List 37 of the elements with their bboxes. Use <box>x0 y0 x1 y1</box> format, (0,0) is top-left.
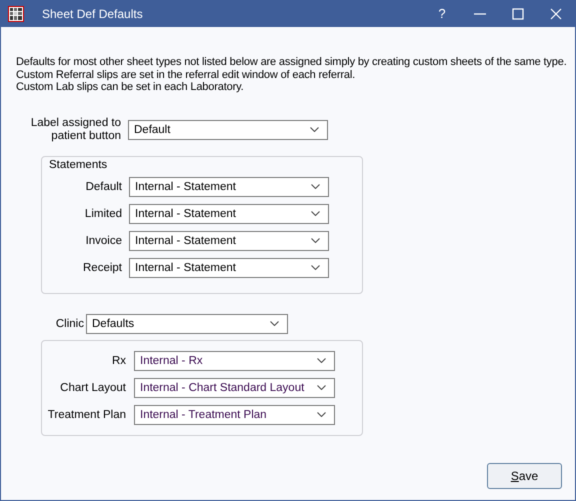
field-label: Treatment Plan <box>46 408 126 420</box>
chevron-down-icon <box>311 184 320 189</box>
chevron-down-icon <box>317 385 326 390</box>
field-label: Invoice <box>84 234 122 246</box>
info-text: Custom Referral slips are set in the referral edit window of each referral. <box>16 68 356 81</box>
chevron-down-icon <box>311 211 320 216</box>
field-label: Label assigned to patient button <box>30 116 121 142</box>
dropdown[interactable]: Internal - Rx <box>134 350 335 370</box>
field-label: Rx <box>110 354 126 366</box>
grid-icon <box>8 6 24 22</box>
dropdown[interactable]: Default <box>128 120 328 140</box>
chevron-down-icon <box>270 321 279 326</box>
dropdown[interactable]: Internal - Treatment Plan <box>134 404 335 424</box>
field-label: Default <box>84 180 122 192</box>
dropdown[interactable]: Defaults <box>86 314 288 334</box>
dropdown[interactable]: Internal - Statement <box>129 204 329 224</box>
dropdown[interactable]: Internal - Statement <box>129 176 329 196</box>
field-label: Clinic <box>54 318 84 330</box>
dropdown[interactable]: Internal - Statement <box>129 230 329 250</box>
maximize-icon <box>512 8 524 20</box>
field-label: Limited <box>84 208 122 220</box>
chevron-down-icon <box>311 238 320 243</box>
chevron-down-icon <box>311 265 320 270</box>
chevron-down-icon <box>317 412 326 417</box>
field-label: Chart Layout <box>59 382 126 394</box>
close-icon <box>550 8 562 20</box>
save-button[interactable]: Save <box>487 463 562 489</box>
help-button[interactable]: ? <box>423 0 461 27</box>
chevron-down-icon <box>317 358 326 363</box>
group-title: Statements <box>49 158 108 170</box>
chevron-down-icon <box>310 127 319 132</box>
dropdown[interactable]: Internal - Chart Standard Layout <box>134 378 335 398</box>
window-title: Sheet Def Defaults <box>42 6 143 20</box>
info-text: Custom Lab slips can be set in each Laboratory. <box>16 81 245 94</box>
dropdown[interactable]: Internal - Statement <box>129 258 329 278</box>
field-label: Receipt <box>82 262 122 274</box>
info-text: Defaults for most other sheet types not listed below are assigned simply by creating custom sheets of the same type. <box>16 56 568 68</box>
